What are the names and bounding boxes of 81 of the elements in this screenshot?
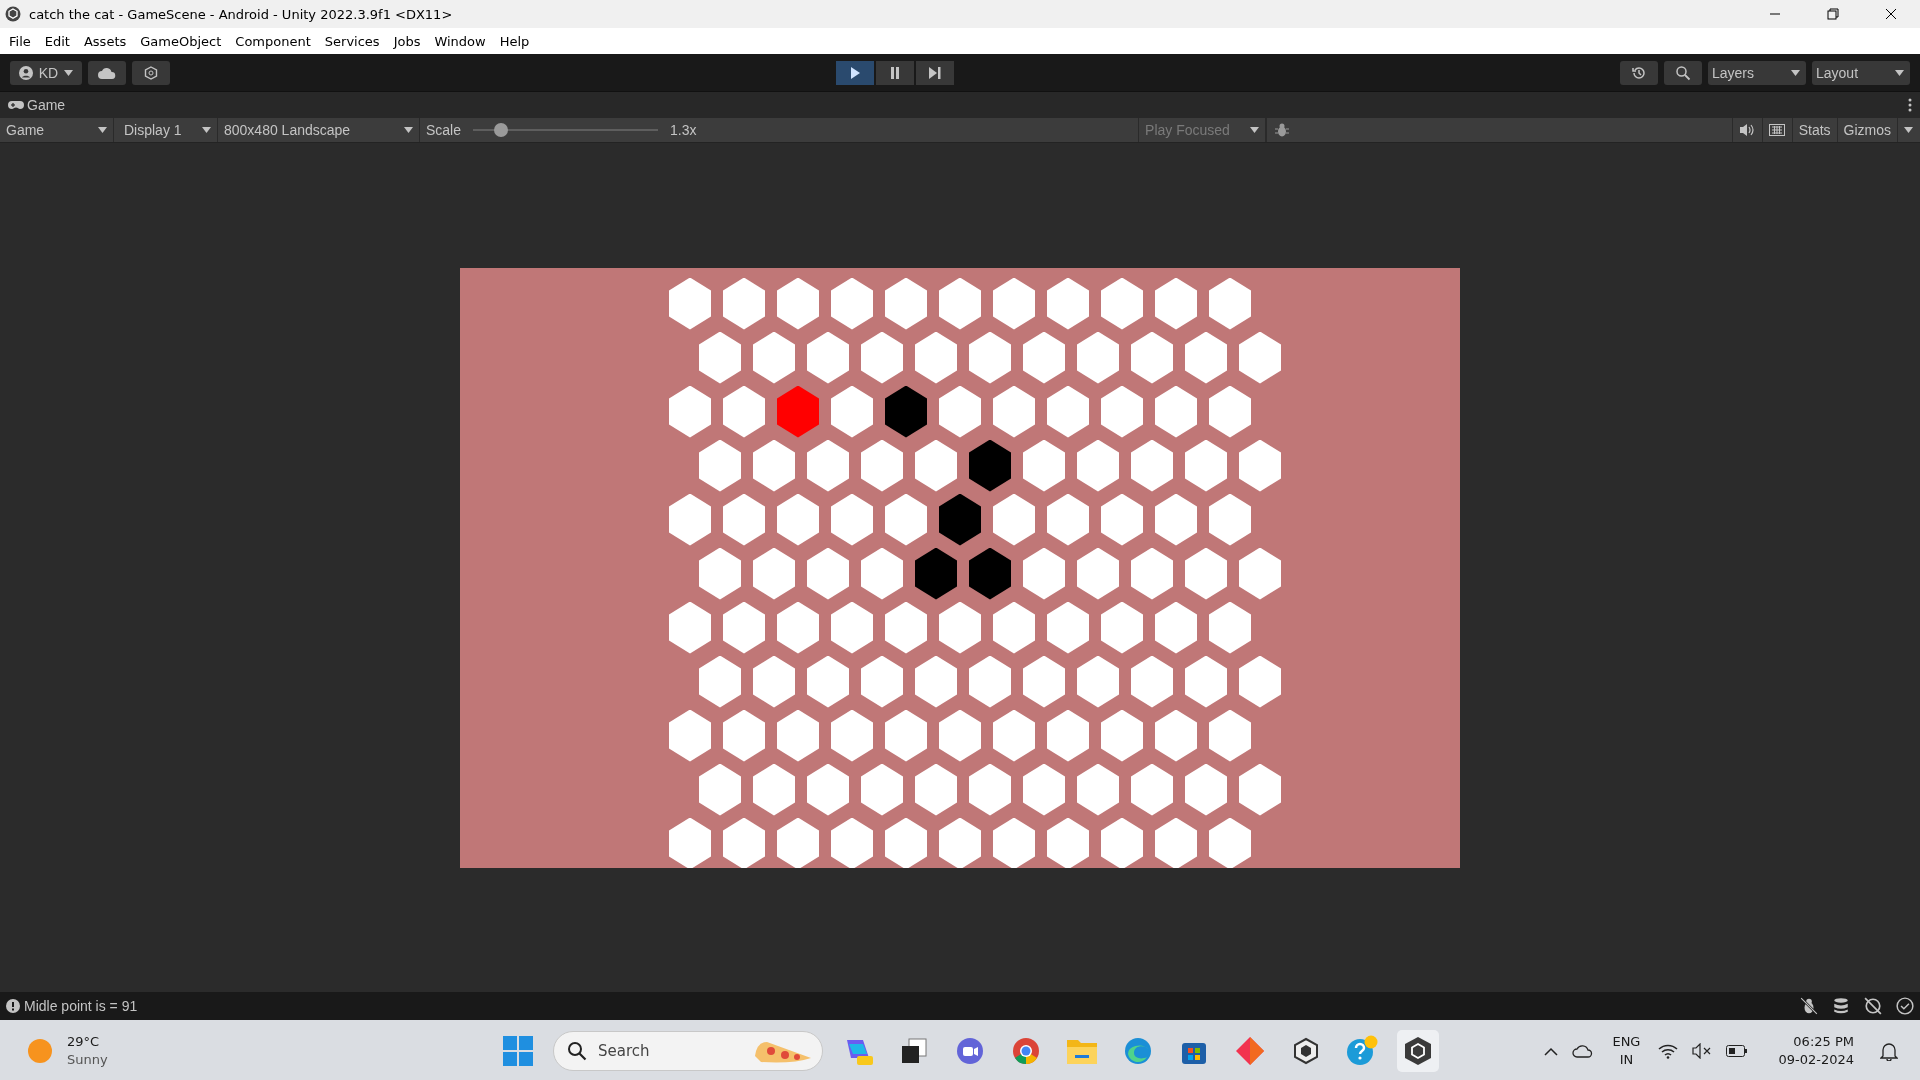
keyboard-icon [1769,124,1786,136]
checkmark-icon[interactable] [1896,997,1914,1015]
play-button[interactable] [836,60,874,85]
hexagon-tile[interactable] [831,817,873,868]
scale-slider[interactable] [473,123,659,137]
speaker-icon [1739,123,1756,137]
menu-item[interactable]: Help [492,30,537,52]
history-button[interactable] [1620,60,1658,85]
chevron-up-icon[interactable] [1544,1046,1559,1056]
window-title: catch the cat - GameScene - Android - Unity 2022.3.9f1 <DX11> [29,6,453,22]
cloud-icon[interactable] [1572,1044,1595,1058]
battery-icon[interactable] [1726,1045,1749,1057]
cloud-icon [98,66,116,79]
weather-temperature[interactable]: 29°C [67,1033,108,1051]
cloud-button[interactable] [88,60,126,85]
caret-icon [404,127,413,133]
hexagon-tile[interactable] [1209,817,1251,868]
hexagon-tile[interactable] [1047,817,1089,868]
more-options-icon[interactable] [1908,98,1912,112]
layers-dropdown[interactable]: Layers [1708,60,1806,85]
hexagon-tile[interactable] [723,817,765,868]
hexagon-tile[interactable] [939,817,981,868]
scale-value: 1.3x [669,121,698,140]
menu-item[interactable]: GameObject [133,30,229,52]
caret-icon [98,127,107,133]
notification-bell-icon[interactable] [1880,1041,1898,1061]
caret-icon [1895,69,1904,76]
restore-icon [1827,8,1839,20]
play-icon [849,66,861,79]
search-icon [1675,64,1691,81]
game-tab[interactable]: Game [8,97,66,113]
bug-icon [1273,122,1290,138]
bug-icon[interactable] [1800,997,1818,1015]
user-icon [18,65,33,80]
stats-button[interactable]: Stats [1791,118,1838,142]
hexagon-tile[interactable] [885,817,927,868]
menu-item[interactable]: Component [228,30,318,52]
scale-label: Scale [425,121,463,140]
hexagon-tile[interactable] [777,817,819,868]
hexagon-tile[interactable] [1155,817,1197,868]
region-indicator[interactable]: IN [1619,1051,1634,1069]
caret-icon [1791,69,1800,76]
clock-time[interactable]: 06:25 PM [1793,1033,1854,1051]
caret-icon [1250,127,1260,133]
menu-item[interactable]: Jobs [386,30,428,52]
taskbar-search-field[interactable]: Search [553,1031,823,1071]
cube-app-icon[interactable] [1397,1030,1439,1072]
search-button[interactable] [1664,60,1702,85]
wifi-icon[interactable] [1658,1043,1679,1059]
menu-item[interactable]: Services [317,30,387,52]
pause-button[interactable] [876,60,914,85]
pause-icon [890,66,900,79]
search-icon [567,1041,587,1061]
layout-dropdown[interactable]: Layout [1812,60,1910,85]
hexagon-icon [144,65,158,80]
weather-condition[interactable]: Sunny [67,1051,108,1069]
windows-logo-icon [503,1036,533,1066]
hexagon-tile[interactable] [993,817,1035,868]
menu-item[interactable]: Assets [76,30,134,52]
menu-item[interactable]: Edit [37,30,77,52]
step-icon [929,66,941,79]
cube-logo-icon [5,6,21,22]
history-icon [1631,64,1647,81]
database-icon[interactable] [1832,997,1850,1015]
clock-date[interactable]: 09-02-2024 [1778,1051,1854,1069]
menu-item[interactable]: File [2,30,38,52]
caret-icon [1904,127,1913,133]
hexagon-tile[interactable] [669,817,711,868]
hexagon-tile[interactable] [1101,817,1143,868]
menu-item[interactable]: Window [427,30,493,52]
gamepad-icon [8,99,24,111]
muted-speaker-icon[interactable] [1692,1043,1713,1059]
language-indicator[interactable]: ENG [1612,1033,1641,1051]
account-dropdown[interactable]: KD [10,60,82,85]
caret-icon [202,127,211,133]
close-icon [1885,8,1897,20]
caret-icon [64,69,74,76]
collab-button[interactable] [132,60,170,85]
console-message[interactable]: Midle point is = 91 [24,998,138,1014]
info-icon [6,999,20,1013]
step-button[interactable] [916,60,954,85]
